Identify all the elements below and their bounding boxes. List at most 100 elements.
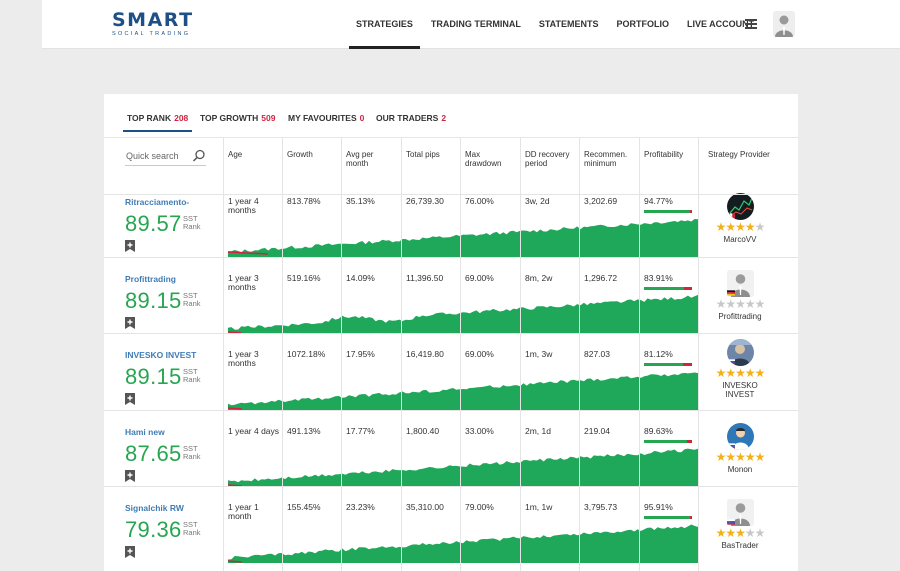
provider-avatar[interactable]: [726, 499, 754, 526]
profitability-bar: [644, 440, 692, 443]
col-header-recommended-minimum[interactable]: Recommen. minimum: [584, 150, 627, 168]
bookmark-add-icon[interactable]: [125, 546, 135, 558]
growth-chart[interactable]: [228, 367, 698, 410]
nav-trading-terminal[interactable]: TRADING TERMINAL: [431, 0, 521, 49]
star-icon: ★: [754, 297, 766, 311]
quick-search-input[interactable]: Quick search: [125, 148, 206, 166]
profitability-cell: 94.77%: [644, 196, 673, 206]
tab-our-traders[interactable]: OUR TRADERS 2: [376, 113, 446, 123]
strategy-provider-cell: ★★★★★ Profittrading: [704, 270, 776, 321]
age-cell: 1 year 4 months: [228, 197, 259, 215]
star-icon: ★: [725, 297, 736, 311]
strategy-name-link[interactable]: Hami new: [125, 427, 165, 437]
col-header-age[interactable]: Age: [228, 150, 242, 160]
strategy-name-link[interactable]: Profittrading: [125, 274, 176, 284]
russia-flag-icon: [726, 519, 735, 525]
max-drawdown-cell: 76.00%: [465, 196, 494, 206]
column-divider: [698, 138, 699, 571]
recommended-minimum-cell: 1,296.72: [584, 273, 618, 283]
star-icon: ★: [715, 220, 727, 234]
hamburger-menu-icon[interactable]: [745, 19, 757, 29]
sst-rank-caption: SST Rank: [183, 215, 201, 231]
bookmark-add-icon[interactable]: [125, 393, 135, 405]
strategy-summary-cell: Signalchik RW 79.36 SST Rank: [104, 487, 222, 564]
col-header-total-pips[interactable]: Total pips: [406, 150, 440, 160]
star-icon: ★: [735, 526, 746, 540]
user-avatar-icon[interactable]: [773, 11, 795, 37]
growth-area: [228, 448, 698, 487]
nav-portfolio[interactable]: PORTFOLIO: [617, 0, 670, 49]
drawdown-line: [228, 560, 243, 563]
bookmark-add-icon[interactable]: [125, 240, 135, 252]
col-header-dd-recovery[interactable]: DD recovery period: [525, 150, 569, 168]
strategy-summary-cell: Ritracciamento- 89.57 SST Rank: [104, 181, 222, 258]
nav-strategies[interactable]: STRATEGIES: [349, 0, 420, 49]
provider-avatar[interactable]: [726, 339, 754, 366]
strategy-row[interactable]: Signalchik RW 79.36 SST Rank 1 year 1 mont…: [104, 487, 798, 564]
age-text: 1 year 4 days: [228, 426, 280, 436]
column-divider: [460, 138, 461, 571]
growth-area: [228, 372, 698, 410]
provider-rating: ★★★★★: [704, 527, 776, 539]
sst-rank-score: 79.36: [125, 517, 182, 542]
growth-area: [228, 524, 698, 563]
strategy-row[interactable]: INVESKO INVEST 89.15 SST Rank 1 year 3 mon…: [104, 334, 798, 411]
strategy-provider-cell: ★★★★★ MarcoVV: [704, 193, 776, 244]
sst-rank-score: 89.57: [125, 211, 182, 236]
provider-avatar[interactable]: [726, 193, 754, 220]
rank-label: Rank: [183, 528, 201, 537]
tab-top-rank[interactable]: TOP RANK 208: [122, 113, 193, 132]
column-divider: [579, 138, 580, 571]
profitability-bar-fill: [644, 516, 691, 519]
tab-label: OUR TRADERS: [376, 113, 439, 123]
row-divider: [104, 333, 798, 334]
growth-chart[interactable]: [228, 520, 698, 563]
star-icon: ★: [725, 366, 736, 380]
provider-name[interactable]: MarcoVV: [704, 235, 776, 244]
bookmark-add-icon[interactable]: [125, 317, 135, 329]
provider-name[interactable]: Profittrading: [704, 312, 776, 321]
strategy-provider-cell: ★★★★★ Monon: [704, 423, 776, 474]
strategy-name-link[interactable]: Ritracciamento-: [125, 197, 189, 207]
provider-avatar[interactable]: [726, 270, 754, 297]
sst-rank-caption: SST Rank: [183, 368, 201, 384]
provider-name[interactable]: BasTrader: [704, 541, 776, 550]
provider-name-text: MarcoVV: [723, 235, 757, 244]
bookmark-add-icon[interactable]: [125, 470, 135, 482]
provider-avatar[interactable]: [726, 423, 754, 450]
sst-rank-caption: SST Rank: [183, 521, 201, 537]
dd-recovery-cell: 8m, 2w: [525, 273, 553, 283]
provider-name[interactable]: Monon: [704, 465, 776, 474]
rank-label: Rank: [183, 222, 201, 231]
strategy-name-link[interactable]: Signalchik RW: [125, 503, 184, 513]
star-icon: ★: [725, 526, 736, 540]
tab-label: TOP RANK: [127, 113, 172, 123]
growth-chart[interactable]: [228, 444, 698, 487]
col-header-max-drawdown[interactable]: Max drawdown: [465, 150, 501, 168]
brand-logo[interactable]: SMART SOCIAL TRADING: [112, 11, 194, 38]
strategy-row[interactable]: Profittrading 89.15 SST Rank 1 year 3 mont…: [104, 258, 798, 335]
sst-rank-score: 89.15: [125, 364, 182, 389]
star-icon: ★: [715, 297, 727, 311]
provider-name[interactable]: INVESKO INVEST: [704, 381, 776, 399]
tab-count: 0: [359, 113, 365, 123]
tab-top-growth[interactable]: TOP GROWTH 509: [200, 113, 275, 123]
growth-chart[interactable]: [228, 214, 698, 257]
growth-chart[interactable]: [228, 291, 698, 334]
col-header-growth[interactable]: Growth: [287, 150, 313, 160]
recommended-minimum-cell: 827.03: [584, 349, 610, 359]
total-pips-cell: 1,800.40: [406, 426, 440, 436]
tab-count: 2: [441, 113, 447, 123]
star-icon: ★: [735, 450, 746, 464]
col-header-avg-per-month[interactable]: Avg per month: [346, 150, 373, 168]
col-header-profitability[interactable]: Profitability: [644, 150, 683, 160]
row-divider: [104, 486, 798, 487]
tab-my-favourites[interactable]: MY FAVOURITES 0: [288, 113, 364, 123]
strategy-name-link[interactable]: INVESKO INVEST: [125, 350, 196, 360]
strategy-row[interactable]: Ritracciamento- 89.57 SST Rank 1 year 4 mo…: [104, 181, 798, 258]
search-icon[interactable]: [192, 149, 206, 163]
col-header-strategy-provider[interactable]: Strategy Provider: [708, 150, 770, 160]
avg-per-month-cell: 23.23%: [346, 502, 375, 512]
strategy-row[interactable]: Hami new 87.65 SST Rank 1 year 4 days 491…: [104, 411, 798, 488]
nav-statements[interactable]: STATEMENTS: [539, 0, 599, 49]
